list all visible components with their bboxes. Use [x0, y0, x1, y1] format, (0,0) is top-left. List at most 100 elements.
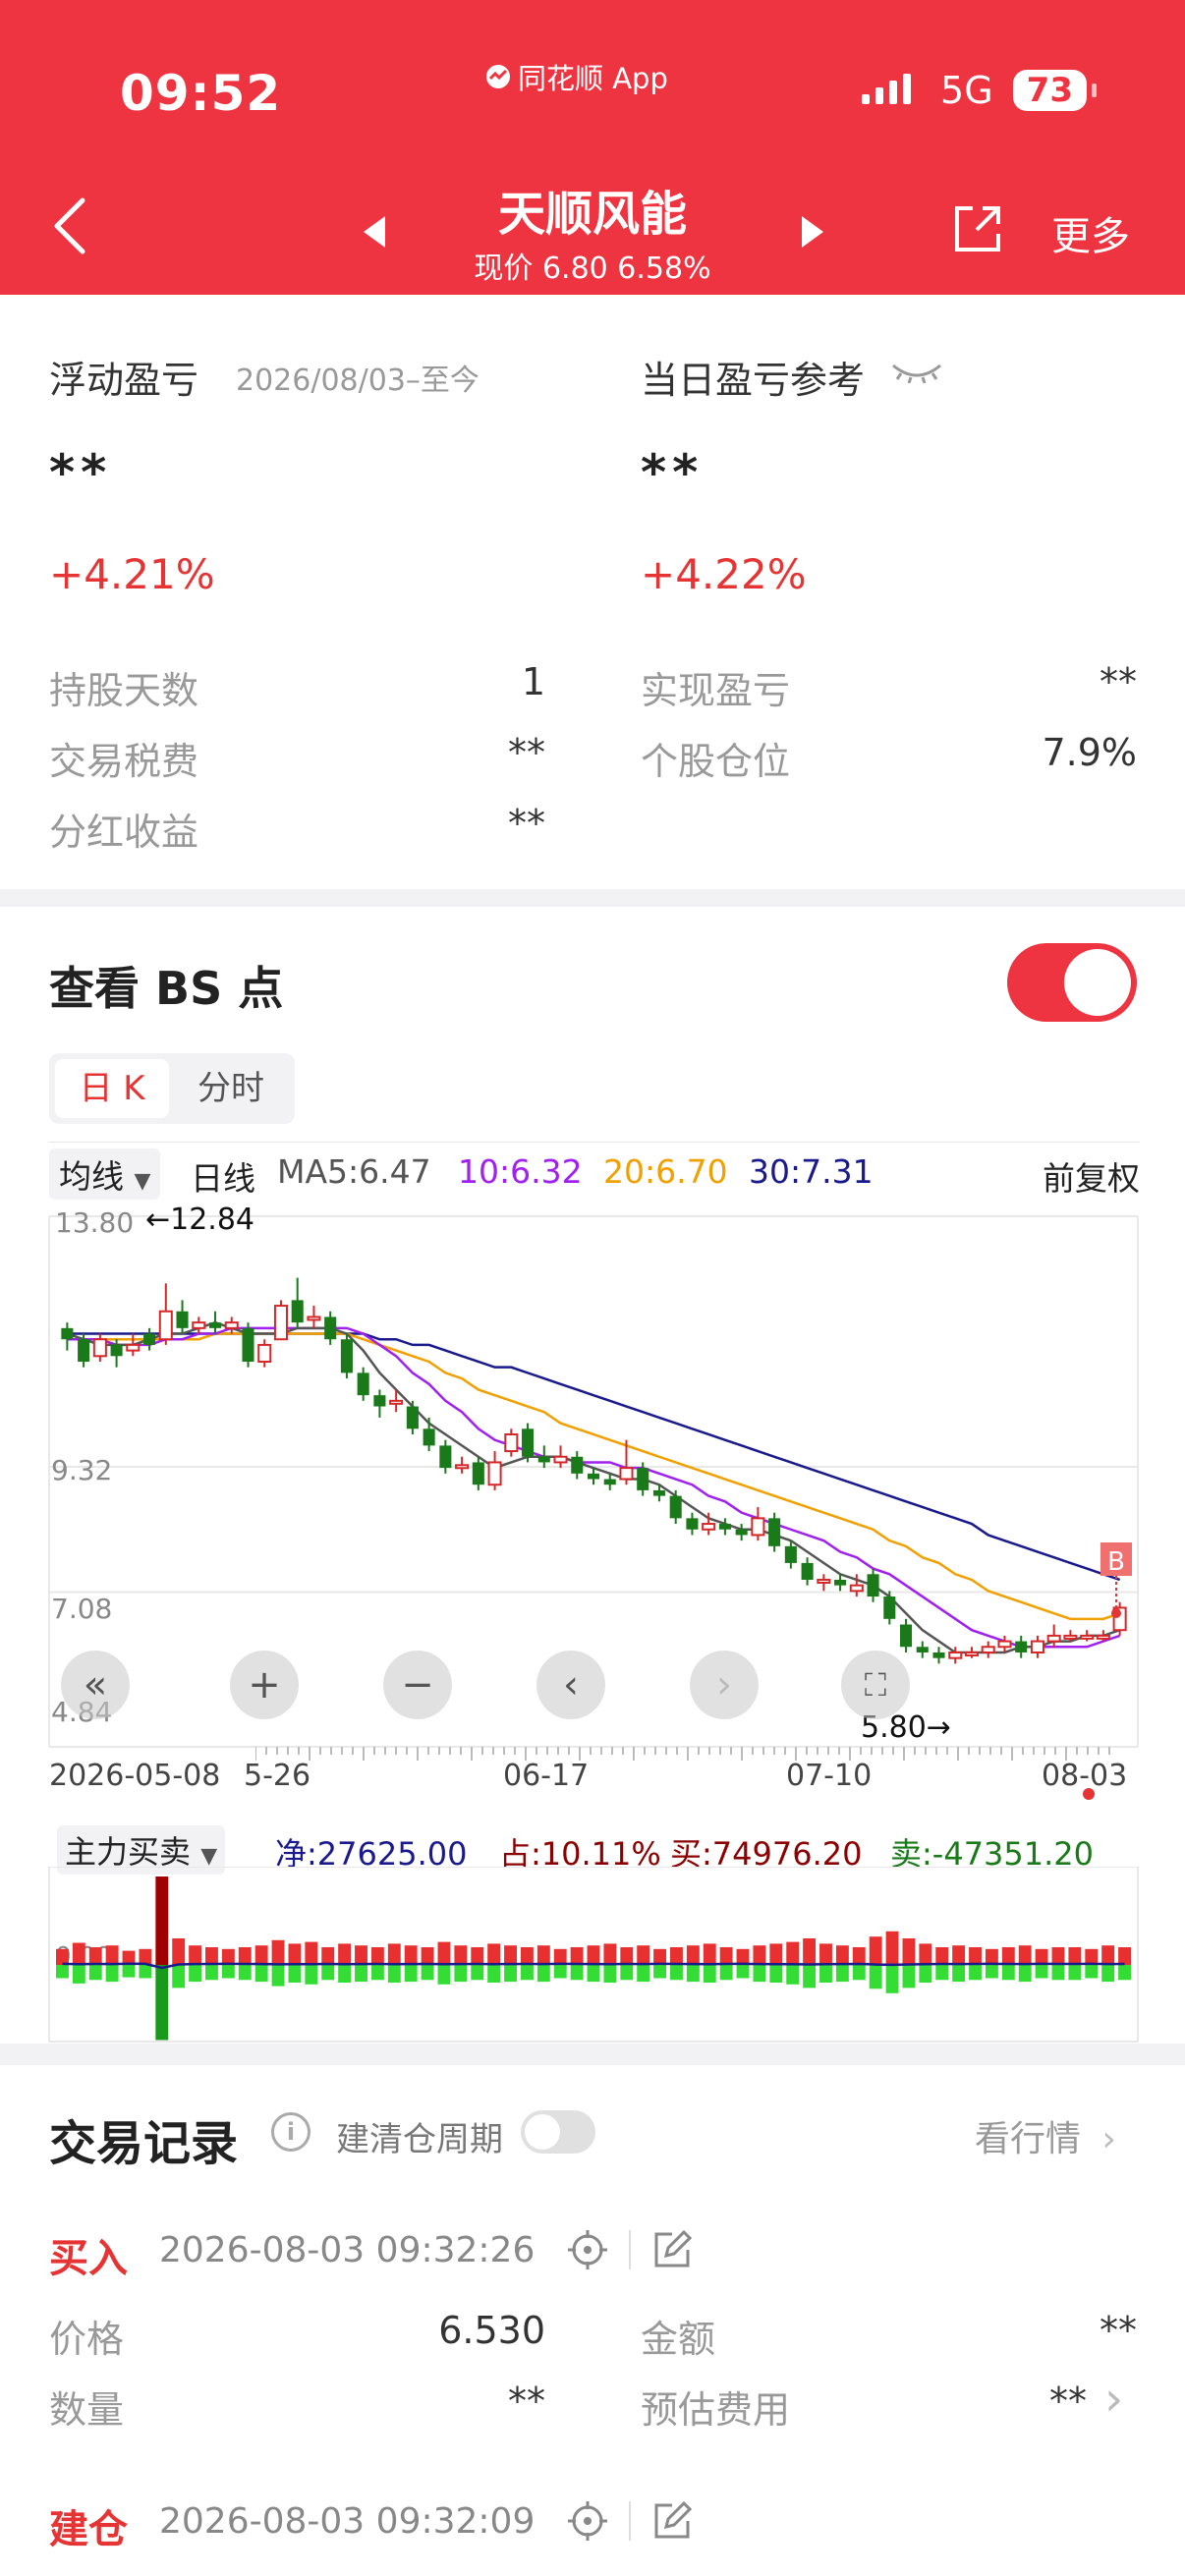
edit-icon[interactable]: [652, 2230, 692, 2269]
chevron-down-icon: ▼: [200, 1844, 218, 1869]
flow-sell-bar: [305, 1965, 318, 1985]
eye-closed-icon[interactable]: [889, 360, 944, 383]
flow-sell-bar: [603, 1965, 617, 1983]
flow-sell-bar: [835, 1965, 849, 1983]
fullscreen-button[interactable]: ⛶: [841, 1651, 910, 1719]
flow-sell-bar: [205, 1965, 218, 1981]
cycle-toggle[interactable]: [521, 2110, 595, 2154]
flow-buy-bar: [553, 1948, 567, 1965]
flow-sell-bar: [421, 1965, 434, 1981]
flow-buy-bar: [852, 1947, 866, 1965]
flow-sell-bar: [155, 1965, 169, 2041]
flow-buy-bar: [985, 1948, 998, 1965]
flow-sell-bar: [1068, 1965, 1082, 1981]
share-icon[interactable]: [949, 200, 1006, 257]
flow-buy-bar: [935, 1947, 949, 1965]
ma20-value: 20:6.70: [603, 1152, 728, 1191]
candle: [571, 1451, 584, 1480]
tab-intraday[interactable]: 分时: [173, 1059, 289, 1118]
ma5-value: MA5:6.47: [277, 1152, 431, 1191]
flow-buy-bar: [670, 1947, 683, 1965]
locate-icon[interactable]: [566, 2499, 609, 2543]
ma-selector[interactable]: 均线 ▼: [49, 1148, 161, 1200]
flow-buy-bar: [1051, 1947, 1065, 1965]
scroll-right-button[interactable]: ›: [690, 1651, 759, 1719]
chevron-right-icon[interactable]: ›: [1104, 2372, 1123, 2427]
separator: [629, 2230, 631, 2269]
locate-icon[interactable]: [566, 2228, 609, 2271]
x-axis-ticks: [255, 1747, 1110, 1761]
dividend-label: 分红收益: [49, 811, 199, 854]
ma-selector-label: 均线: [59, 1157, 124, 1196]
fee-value: **: [1049, 2380, 1087, 2423]
candles: [61, 1277, 1127, 1664]
candle: [291, 1277, 304, 1328]
candle: [242, 1322, 254, 1368]
max-price-marker: ←12.84: [145, 1203, 254, 1237]
info-icon[interactable]: i: [271, 2112, 310, 2152]
flow-buy-bar: [221, 1948, 235, 1965]
price-label: 价格: [49, 2318, 125, 2361]
main-flow-chart[interactable]: 0.00: [0, 1867, 1185, 2044]
candle: [61, 1322, 74, 1351]
quantity-label: 数量: [49, 2388, 125, 2432]
candle: [439, 1439, 452, 1474]
flow-buy-bar: [570, 1947, 584, 1965]
svg-text:B: B: [1107, 1547, 1125, 1577]
candle: [192, 1316, 206, 1334]
see-quote-label: 看行情: [975, 2119, 1082, 2159]
trade-tax-value: **: [508, 731, 545, 774]
zoom-out-far-button[interactable]: «: [61, 1651, 130, 1719]
flow-sell-bar: [387, 1965, 401, 1983]
adjust-mode[interactable]: 前复权: [1043, 1152, 1140, 1200]
flow-buy-bar: [1101, 1945, 1115, 1965]
flow-sell-bar: [238, 1965, 252, 1981]
next-stock-icon[interactable]: [798, 214, 827, 250]
flow-buy-bar: [56, 1948, 69, 1965]
flow-sell-bar: [487, 1965, 501, 1983]
chevron-right-icon: ›: [1101, 2119, 1116, 2159]
flow-buy-bar: [471, 1947, 484, 1965]
flow-sell-bar: [919, 1965, 932, 1983]
flow-sell-bar: [620, 1965, 634, 1981]
flow-buy-bar: [437, 1941, 451, 1965]
status-time: 09:52: [120, 65, 282, 122]
quantity-value: **: [508, 2380, 545, 2423]
bs-points-title: 查看 BS 点: [49, 962, 284, 1015]
position-ratio-value: 7.9%: [1042, 731, 1137, 774]
more-button[interactable]: 更多: [1051, 204, 1130, 261]
zoom-out-button[interactable]: −: [383, 1651, 452, 1719]
flow-sell-bar: [703, 1965, 716, 1983]
trade-time: 2026-08-03 09:32:26: [159, 2230, 536, 2270]
section-divider: [0, 2044, 1185, 2065]
flow-buy-bar: [736, 1948, 750, 1965]
tab-daily-k[interactable]: 日 K: [55, 1059, 169, 1118]
flow-sell-bar: [172, 1965, 186, 1988]
scroll-left-button[interactable]: ‹: [536, 1651, 605, 1719]
daily-pl-label: 当日盈亏参考: [641, 359, 866, 402]
bs-points-toggle[interactable]: [1007, 943, 1137, 1022]
zoom-in-button[interactable]: +: [230, 1651, 299, 1719]
floating-pl-percent: +4.21%: [49, 550, 215, 598]
flow-buy-bar: [902, 1938, 916, 1965]
flow-sell-bar: [637, 1965, 650, 1983]
flow-buy-bar: [1085, 1948, 1099, 1965]
see-quote-link[interactable]: 看行情 ›: [975, 2110, 1116, 2161]
flow-buy-bar: [271, 1939, 285, 1965]
candle: [932, 1647, 945, 1664]
current-date-dot: [1083, 1788, 1095, 1800]
status-indicators: 5G 73: [862, 69, 1098, 112]
flow-buy-bar: [1068, 1947, 1082, 1965]
flow-buy-bar: [620, 1947, 634, 1965]
stock-title: 天顺风能: [497, 187, 687, 242]
flow-sell-bar: [753, 1965, 766, 1983]
flow-sell-bar: [1118, 1965, 1131, 1981]
x-axis-date: 06-17: [503, 1759, 590, 1793]
candle: [487, 1451, 502, 1490]
edit-icon[interactable]: [652, 2501, 692, 2541]
app-logo-icon: [486, 65, 510, 88]
candle: [176, 1300, 189, 1334]
floating-pl-date: 2026/08/03–至今: [236, 364, 480, 398]
y-axis-label: 9.32: [51, 1454, 112, 1486]
daily-pl-percent: +4.22%: [641, 550, 807, 598]
